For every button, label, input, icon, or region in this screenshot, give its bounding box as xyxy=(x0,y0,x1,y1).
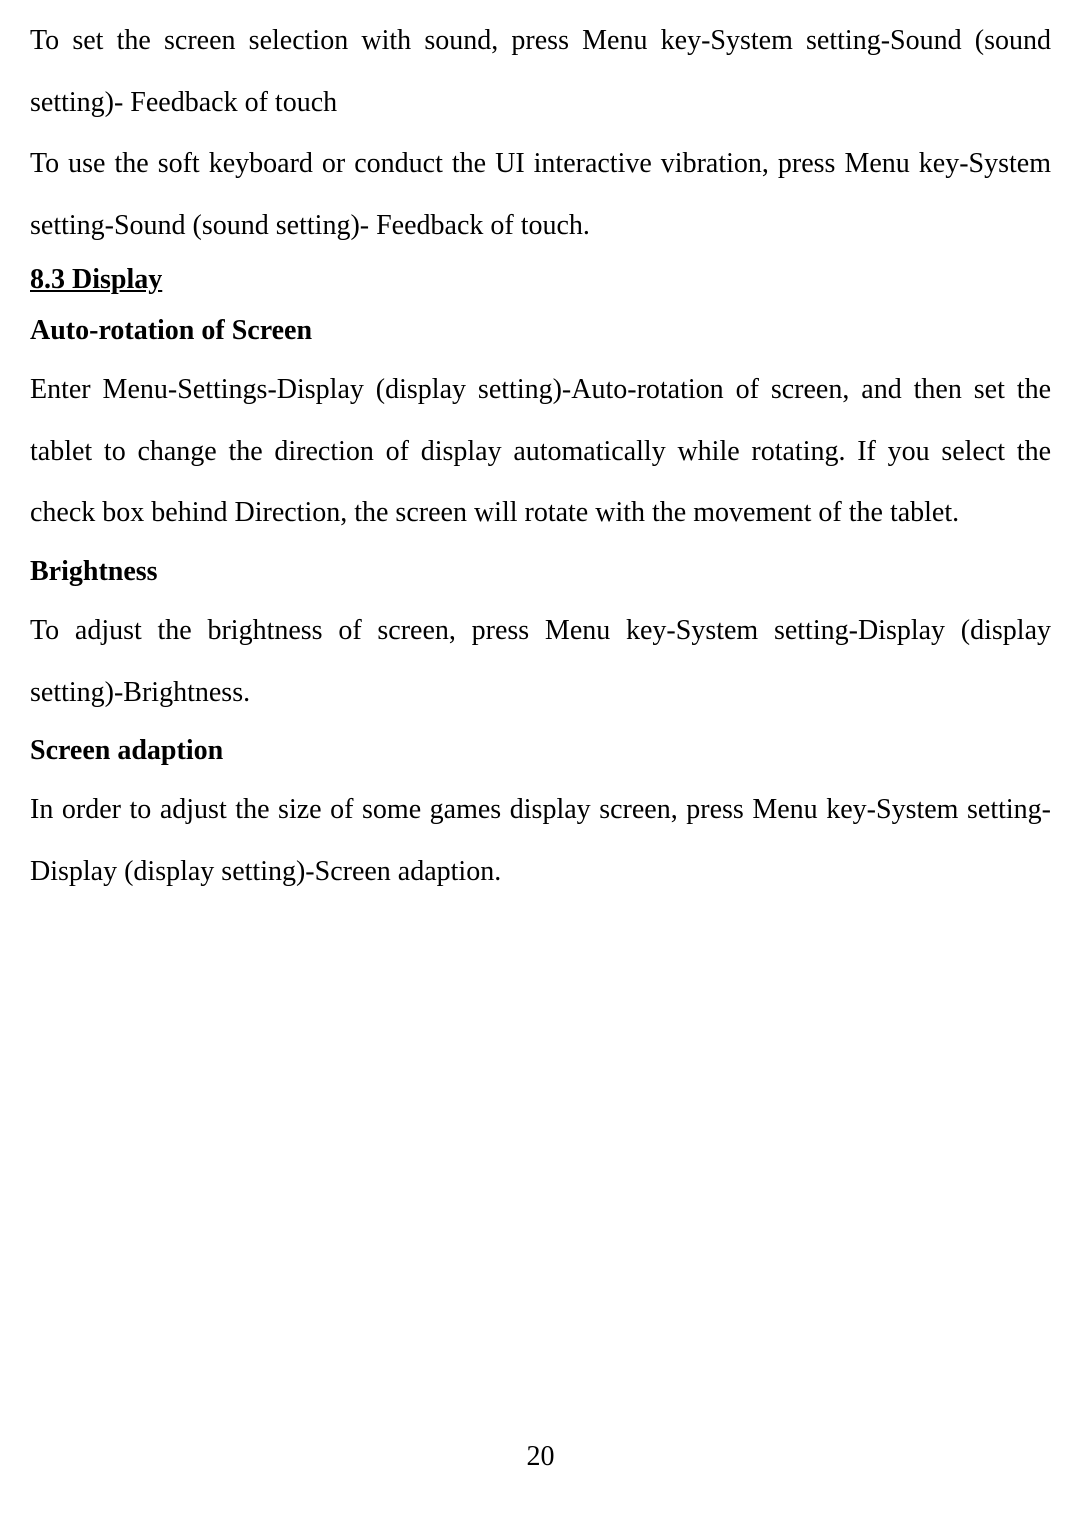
page-number: 20 xyxy=(0,1441,1081,1473)
paragraph-adaption: In order to adjust the size of some game… xyxy=(30,779,1051,902)
paragraph-sound-selection: To set the screen selection with sound, … xyxy=(30,10,1051,133)
document-content: To set the screen selection with sound, … xyxy=(30,10,1051,902)
sub-heading-brightness: Brightness xyxy=(30,544,1051,600)
paragraph-brightness: To adjust the brightness of screen, pres… xyxy=(30,600,1051,723)
paragraph-soft-keyboard: To use the soft keyboard or conduct the … xyxy=(30,133,1051,256)
section-heading-display: 8.3 Display xyxy=(30,258,1051,303)
sub-heading-autorotation: Auto-rotation of Screen xyxy=(30,303,1051,359)
sub-heading-adaption: Screen adaption xyxy=(30,723,1051,779)
paragraph-autorotation: Enter Menu-Settings-Display (display set… xyxy=(30,359,1051,544)
